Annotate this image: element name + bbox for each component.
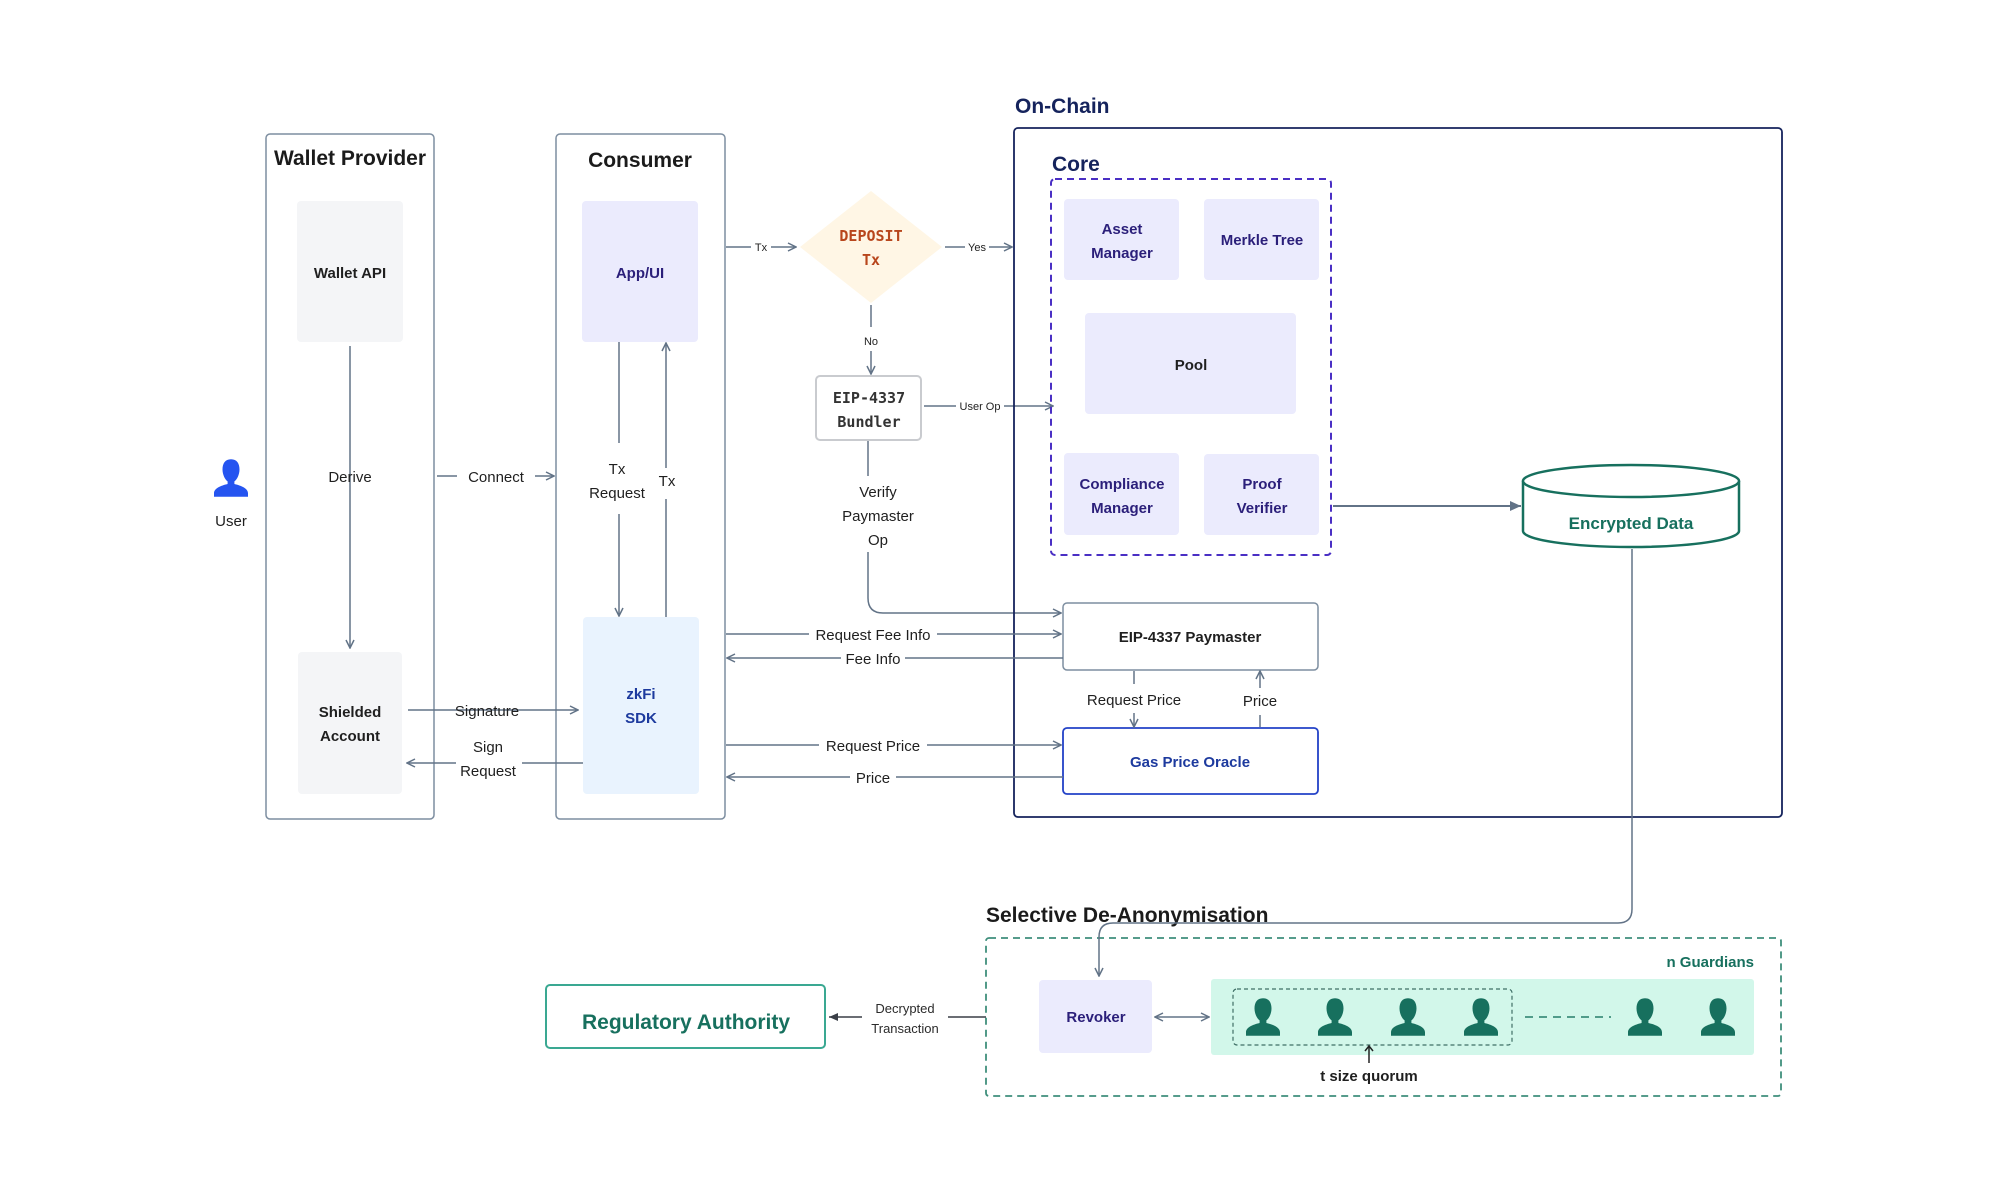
zkfi-sdk-label-line1: zkFi — [626, 686, 655, 703]
wallet-api-label: Wallet API — [314, 265, 386, 282]
merkle-tree-label: Merkle Tree — [1221, 232, 1304, 249]
eip4337-bundler[interactable]: EIP-4337 Bundler — [815, 375, 922, 441]
derive-label: Derive — [328, 469, 371, 486]
zkfi-sdk-label-line2: SDK — [625, 710, 657, 727]
verify-label-line1: Verify — [859, 484, 897, 501]
pool-label: Pool — [1175, 357, 1208, 374]
tx-up-label: Tx — [659, 473, 676, 490]
verify-line-bottom — [867, 552, 1061, 613]
signature-label: Signature — [455, 703, 519, 720]
edge-decrypted-transaction: Decrypted Transaction — [829, 1001, 986, 1036]
merkle-tree-box[interactable]: Merkle Tree — [1204, 199, 1319, 280]
deposit-label-line2: Tx — [862, 251, 880, 269]
t-size-quorum-label: t size quorum — [1320, 1068, 1418, 1085]
asset-manager-box[interactable]: Asset Manager — [1064, 199, 1179, 280]
pool-box[interactable]: Pool — [1085, 313, 1296, 414]
zkfi-sdk-rect — [583, 617, 699, 794]
bundler-label-line2: Bundler — [837, 413, 900, 431]
edge-yes: Yes — [945, 240, 1012, 254]
proof-verifier-rect — [1204, 454, 1319, 535]
revoker-label: Revoker — [1066, 1009, 1125, 1026]
onchain-title: On-Chain — [1015, 95, 1110, 118]
tx-request-label-line1: Tx — [609, 461, 626, 478]
verify-label-line2: Paymaster — [842, 508, 914, 525]
consumer-title: Consumer — [588, 149, 692, 172]
decrypted-label-line2: Transaction — [871, 1021, 938, 1036]
proof-verifier-box[interactable]: Proof Verifier — [1204, 454, 1319, 535]
user-actor: User — [214, 459, 248, 530]
edge-price-sdk: Price — [727, 768, 1063, 787]
tx-request-label-line2: Request — [589, 485, 646, 502]
user-op-label: User Op — [960, 401, 1001, 413]
deposit-diamond — [800, 191, 942, 303]
edge-tx-request: Tx Request — [589, 342, 646, 616]
edge-fee-info: Fee Info — [727, 649, 1063, 668]
revoker-box[interactable]: Revoker — [1039, 980, 1152, 1053]
edge-derive: Derive — [328, 346, 372, 648]
price-sdk-label: Price — [856, 770, 890, 787]
pm-request-price-label: Request Price — [1087, 692, 1181, 709]
shielded-account-label-line2: Account — [320, 728, 380, 745]
onchain-region: On-Chain Core Asset Manager Merkle Tree … — [1013, 95, 1783, 818]
architecture-diagram: Wallet Provider Wallet API Shielded Acco… — [214, 95, 1783, 1097]
no-label: No — [864, 336, 878, 348]
pm-price-label: Price — [1243, 693, 1277, 710]
tx-decision-label: Tx — [755, 242, 768, 254]
regulatory-authority-label: Regulatory Authority — [582, 1011, 790, 1034]
shielded-account-rect — [298, 652, 402, 794]
asset-manager-rect — [1064, 199, 1179, 280]
verify-label-line3: Op — [868, 532, 888, 549]
compliance-manager-label-line1: Compliance — [1079, 476, 1164, 493]
edge-user-op: User Op — [924, 399, 1053, 413]
compliance-manager-label-line2: Manager — [1091, 500, 1153, 517]
asset-manager-label-line2: Manager — [1091, 245, 1153, 262]
deposit-decision[interactable]: DEPOSIT Tx — [800, 191, 942, 303]
fee-info-label: Fee Info — [845, 651, 900, 668]
request-price-sdk-label: Request Price — [826, 738, 920, 755]
shielded-account-label-line1: Shielded — [319, 704, 382, 721]
sign-request-label-line2: Request — [460, 763, 517, 780]
request-fee-info-label: Request Fee Info — [815, 627, 930, 644]
shielded-account-box[interactable]: Shielded Account — [298, 652, 402, 794]
encrypted-data-label: Encrypted Data — [1569, 514, 1694, 533]
edge-request-price-sdk: Request Price — [726, 736, 1061, 755]
asset-manager-label-line1: Asset — [1102, 221, 1143, 238]
paymaster-label: EIP-4337 Paymaster — [1119, 629, 1262, 646]
core-title: Core — [1052, 153, 1100, 176]
app-ui-box[interactable]: App/UI — [582, 201, 698, 342]
regulatory-authority-box[interactable]: Regulatory Authority — [545, 984, 826, 1049]
gas-oracle-label: Gas Price Oracle — [1130, 754, 1250, 771]
wallet-provider-title: Wallet Provider — [274, 147, 426, 170]
zkfi-sdk-box[interactable]: zkFi SDK — [583, 617, 699, 794]
consumer-lane: Consumer App/UI zkFi SDK — [555, 133, 726, 820]
encrypted-data-store[interactable]: Encrypted Data — [1521, 463, 1741, 549]
user-icon — [214, 459, 248, 497]
proof-verifier-label-line2: Verifier — [1237, 500, 1288, 517]
cylinder-top — [1521, 463, 1741, 499]
user-label: User — [215, 513, 247, 530]
edge-verify-paymaster-op: Verify Paymaster Op — [842, 441, 1061, 613]
deposit-label-line1: DEPOSIT — [839, 227, 902, 245]
decrypted-label-line1: Decrypted — [875, 1001, 934, 1016]
proof-verifier-label-line1: Proof — [1242, 476, 1282, 493]
compliance-manager-rect — [1064, 453, 1179, 535]
edge-request-fee-info: Request Fee Info — [726, 625, 1061, 644]
bundler-label-line1: EIP-4337 — [833, 389, 905, 407]
compliance-manager-box[interactable]: Compliance Manager — [1064, 453, 1179, 535]
yes-label: Yes — [968, 242, 986, 254]
edge-tx-up: Tx — [659, 343, 676, 617]
eip4337-paymaster-box[interactable]: EIP-4337 Paymaster — [1062, 602, 1319, 671]
gas-price-oracle-box[interactable]: Gas Price Oracle — [1062, 727, 1319, 795]
n-guardians-label: n Guardians — [1666, 954, 1754, 971]
app-ui-label: App/UI — [616, 265, 664, 282]
sign-request-label-line1: Sign — [473, 739, 503, 756]
edge-tx-to-decision: Tx — [726, 240, 796, 254]
wallet-api-box[interactable]: Wallet API — [297, 201, 403, 342]
connect-label: Connect — [468, 469, 525, 486]
edge-no: No — [864, 305, 878, 374]
edge-connect: Connect — [437, 469, 554, 486]
